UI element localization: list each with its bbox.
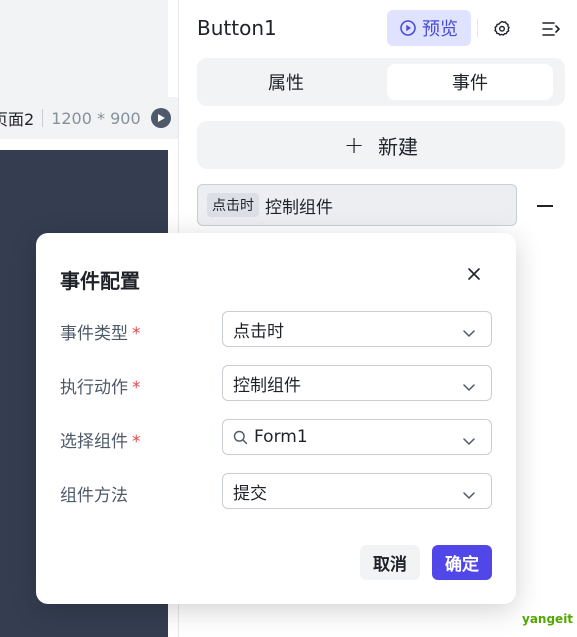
event-type-select[interactable]: 点击时 bbox=[222, 311, 492, 347]
component-name: Button1 bbox=[197, 16, 277, 40]
target-component-select[interactable]: Form1 bbox=[222, 419, 492, 455]
play-circle-icon bbox=[400, 20, 416, 36]
component-method-select[interactable]: 提交 bbox=[222, 473, 492, 509]
add-event-label: 新建 bbox=[378, 134, 419, 159]
action-value: 控制组件 bbox=[233, 375, 301, 396]
confirm-button[interactable]: 确定 bbox=[432, 545, 492, 580]
tab-events[interactable]: 事件 bbox=[387, 64, 553, 100]
remove-event-icon[interactable] bbox=[537, 205, 553, 207]
tab-properties[interactable]: 属性 bbox=[203, 64, 369, 100]
component-method-label: 组件方法 bbox=[60, 486, 128, 506]
search-icon bbox=[233, 430, 248, 445]
canvas-toolbar-bg bbox=[0, 0, 168, 97]
event-trigger-badge: 点击时 bbox=[207, 193, 259, 217]
target-component-value: Form1 bbox=[254, 427, 308, 447]
cancel-button[interactable]: 取消 bbox=[360, 545, 420, 580]
action-select[interactable]: 控制组件 bbox=[222, 365, 492, 401]
required-asterisk: * bbox=[132, 324, 141, 344]
canvas-size-label: 1200 * 900 bbox=[51, 108, 141, 128]
close-icon[interactable] bbox=[466, 266, 482, 282]
collapse-panel-icon[interactable] bbox=[541, 20, 561, 42]
dialog-title: 事件配置 bbox=[60, 269, 140, 293]
watermark-logo: yangeit bbox=[522, 612, 574, 626]
divider bbox=[42, 109, 44, 127]
preview-label: 预览 bbox=[422, 19, 458, 40]
action-label: 执行动作 * bbox=[60, 378, 141, 398]
target-component-label: 选择组件 * bbox=[60, 432, 141, 452]
chevron-down-icon bbox=[463, 431, 475, 451]
component-method-value: 提交 bbox=[233, 483, 267, 504]
panel-tabs: 属性 事件 bbox=[197, 58, 565, 106]
gear-icon[interactable] bbox=[493, 20, 511, 42]
event-type-label: 事件类型 * bbox=[60, 324, 141, 344]
plus-icon: + bbox=[343, 131, 365, 159]
toolbar-divider bbox=[477, 19, 478, 37]
preview-button[interactable]: 预览 bbox=[387, 10, 471, 46]
event-action-label: 控制组件 bbox=[265, 197, 333, 218]
chevron-down-icon bbox=[463, 485, 475, 505]
page-label[interactable]: 页面2 bbox=[0, 106, 34, 130]
required-asterisk: * bbox=[132, 432, 141, 452]
play-icon[interactable] bbox=[150, 108, 171, 128]
event-type-value: 点击时 bbox=[233, 321, 284, 342]
canvas-info-bar: 页面2 1200 * 900 bbox=[0, 97, 178, 139]
add-event-button[interactable]: + 新建 bbox=[197, 121, 565, 169]
event-list-item[interactable]: 点击时 控制组件 bbox=[197, 184, 517, 226]
required-asterisk: * bbox=[132, 378, 141, 398]
chevron-down-icon bbox=[463, 377, 475, 397]
event-config-dialog: 事件配置 事件类型* 点击时 执行动作* 控制组件 选择组件* Form1 bbox=[36, 233, 516, 604]
chevron-down-icon bbox=[463, 323, 475, 343]
